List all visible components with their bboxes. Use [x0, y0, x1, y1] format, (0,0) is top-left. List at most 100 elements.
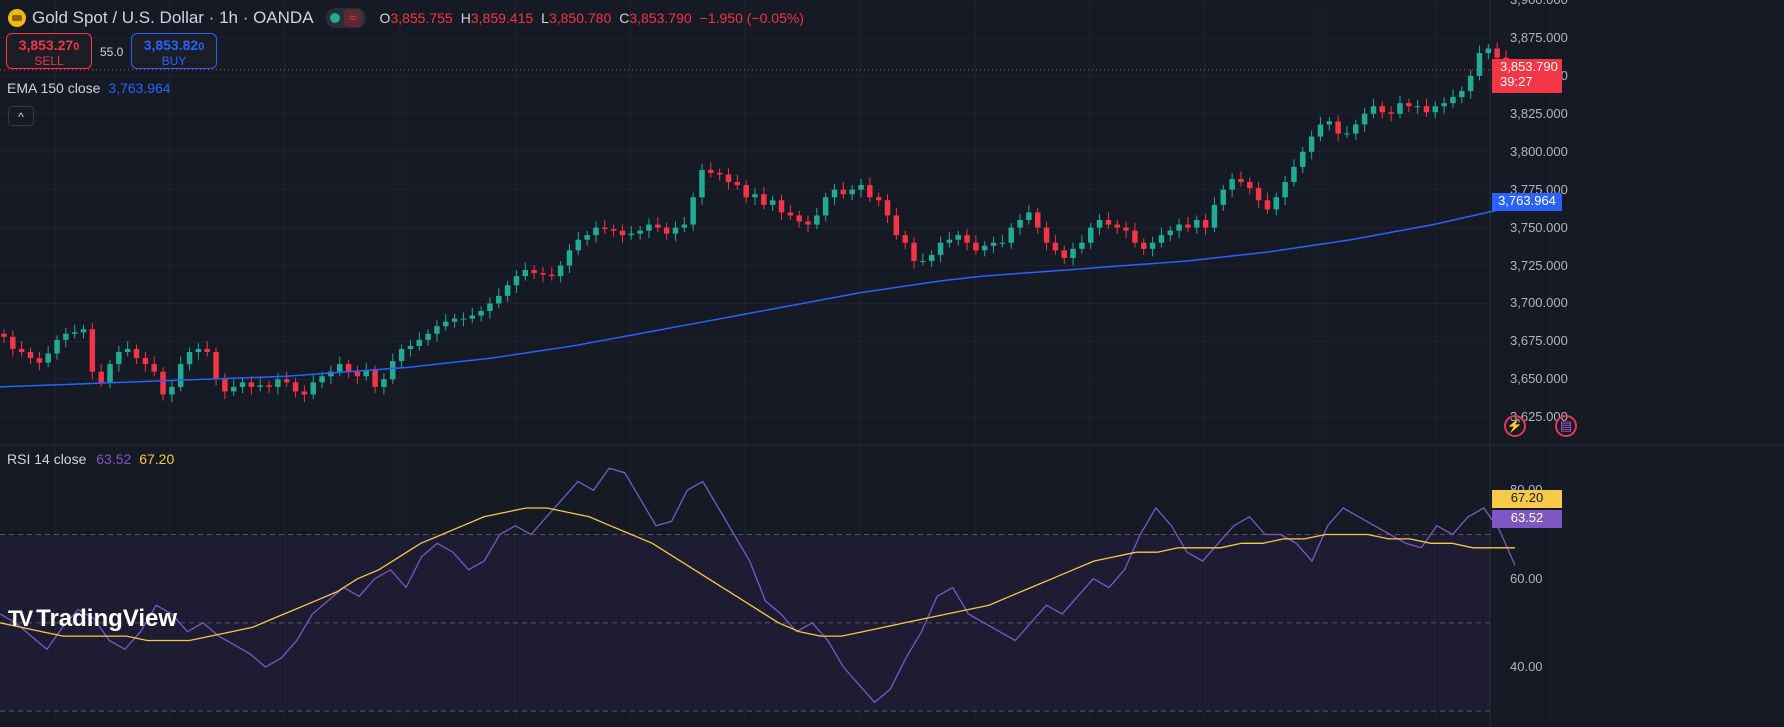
candle-body [1123, 227, 1129, 231]
candle-body [195, 348, 202, 352]
wave-icon: ≈ [343, 9, 362, 27]
candle-body [230, 386, 237, 392]
flash-event-icon[interactable]: ⚡ [1504, 415, 1526, 437]
candle-body [266, 385, 272, 387]
spread-value: 55.0 [100, 45, 124, 59]
candle-body [628, 233, 635, 236]
candle-body [716, 172, 723, 175]
sell-button[interactable]: 3,853.270 SELL [6, 33, 92, 69]
rsi-tick: 60.00 [1510, 570, 1543, 586]
price-tick: 3,900.000 [1510, 0, 1568, 7]
price-tick: 3,650.000 [1510, 371, 1568, 387]
candle-body [124, 348, 131, 352]
market-open-icon [329, 13, 340, 23]
candle-body [1088, 227, 1094, 243]
price-tick: 3,700.000 [1510, 295, 1568, 311]
buy-price-small: 0 [198, 41, 205, 53]
rsi-tag: 63.52 [1492, 510, 1562, 528]
ema-price-tag: 3,763.964 [1492, 193, 1562, 211]
candle-body [1220, 189, 1227, 205]
candle-body [504, 285, 511, 296]
candle-body [769, 200, 776, 205]
candle-body [1017, 220, 1023, 228]
candle-body [1149, 242, 1156, 249]
candle-body [522, 270, 529, 277]
candle-body [1079, 242, 1085, 249]
candle-body [283, 379, 290, 383]
candle-body [575, 239, 582, 251]
ema-legend[interactable]: EMA 150 close 3,763.964 [7, 80, 171, 96]
candle-body [557, 265, 564, 277]
candle-body [107, 364, 113, 383]
candle-body [63, 333, 69, 340]
candle-body [142, 358, 149, 365]
buy-price: 3,853.82 [143, 37, 199, 53]
candle-body [407, 345, 414, 349]
candle-body [1132, 230, 1138, 243]
candle-body [796, 215, 802, 222]
tradingview-logo[interactable]: TV TradingView [8, 605, 177, 633]
candle-body [460, 318, 467, 320]
candle-body [1423, 106, 1430, 113]
candle-body [398, 348, 405, 362]
candle-body [584, 235, 590, 240]
candle-body [257, 385, 263, 387]
candle-body [875, 197, 882, 201]
candle-body [1176, 224, 1182, 231]
candle-body [10, 336, 16, 349]
sell-price: 3,853.27 [18, 37, 74, 53]
us-flag-event-icon[interactable]: ▤ [1555, 415, 1577, 437]
candle-body [840, 189, 847, 195]
candle-body [1008, 227, 1014, 243]
candle-body [469, 315, 476, 319]
price-tick: 3,750.000 [1510, 219, 1568, 235]
last-price-label: 3,853.790 [1500, 59, 1558, 74]
candle-body [45, 353, 51, 363]
candle-body [858, 185, 864, 190]
ohlc-readout: O3,855.755 H3,859.415 L3,850.780 C3,853.… [380, 10, 804, 26]
candle-body [310, 382, 316, 395]
candle-body [937, 242, 944, 255]
candle-body [531, 270, 537, 274]
status-pill[interactable]: ≈ [325, 8, 366, 28]
candle-body [1291, 166, 1297, 183]
candle-body [1229, 179, 1235, 190]
candle-body [18, 348, 25, 352]
ohlc-close: C3,853.790 [619, 10, 692, 26]
candle-body [1317, 124, 1324, 137]
candle-body [301, 391, 308, 395]
candle-body [920, 260, 926, 262]
candle-body [443, 321, 449, 327]
candle-body [990, 242, 997, 246]
candle-body [999, 242, 1006, 244]
candle-body [1264, 200, 1271, 210]
candle-body [1043, 227, 1050, 243]
candle-body [186, 352, 193, 365]
candle-body [434, 326, 440, 334]
candle-body [1494, 48, 1500, 58]
candle-body [1432, 106, 1439, 113]
candle-body [787, 212, 794, 216]
rsi-label: RSI 14 close [7, 451, 87, 467]
symbol-title[interactable]: Gold Spot / U.S. Dollar · 1h · OANDA [32, 8, 314, 28]
candle-body [151, 364, 157, 372]
collapse-legend-button[interactable]: ^ [8, 106, 34, 126]
candle-body [955, 235, 961, 240]
buy-button[interactable]: 3,853.820 BUY [131, 33, 217, 69]
rsi-legend[interactable]: RSI 14 close 63.52 67.20 [7, 451, 174, 467]
candle-body [275, 379, 281, 387]
candle-body [89, 329, 96, 372]
candle-body [451, 318, 458, 322]
candle-body [292, 382, 299, 392]
candle-body [549, 274, 555, 277]
candle-body [222, 379, 228, 392]
candle-body [973, 242, 979, 251]
candle-body [1282, 182, 1288, 198]
candle-body [354, 371, 361, 377]
candle-body [1158, 235, 1165, 243]
candle-body [849, 189, 855, 195]
candle-body [867, 185, 873, 198]
candle-body [213, 352, 219, 380]
candle-body [540, 273, 546, 275]
candle-body [160, 371, 166, 395]
